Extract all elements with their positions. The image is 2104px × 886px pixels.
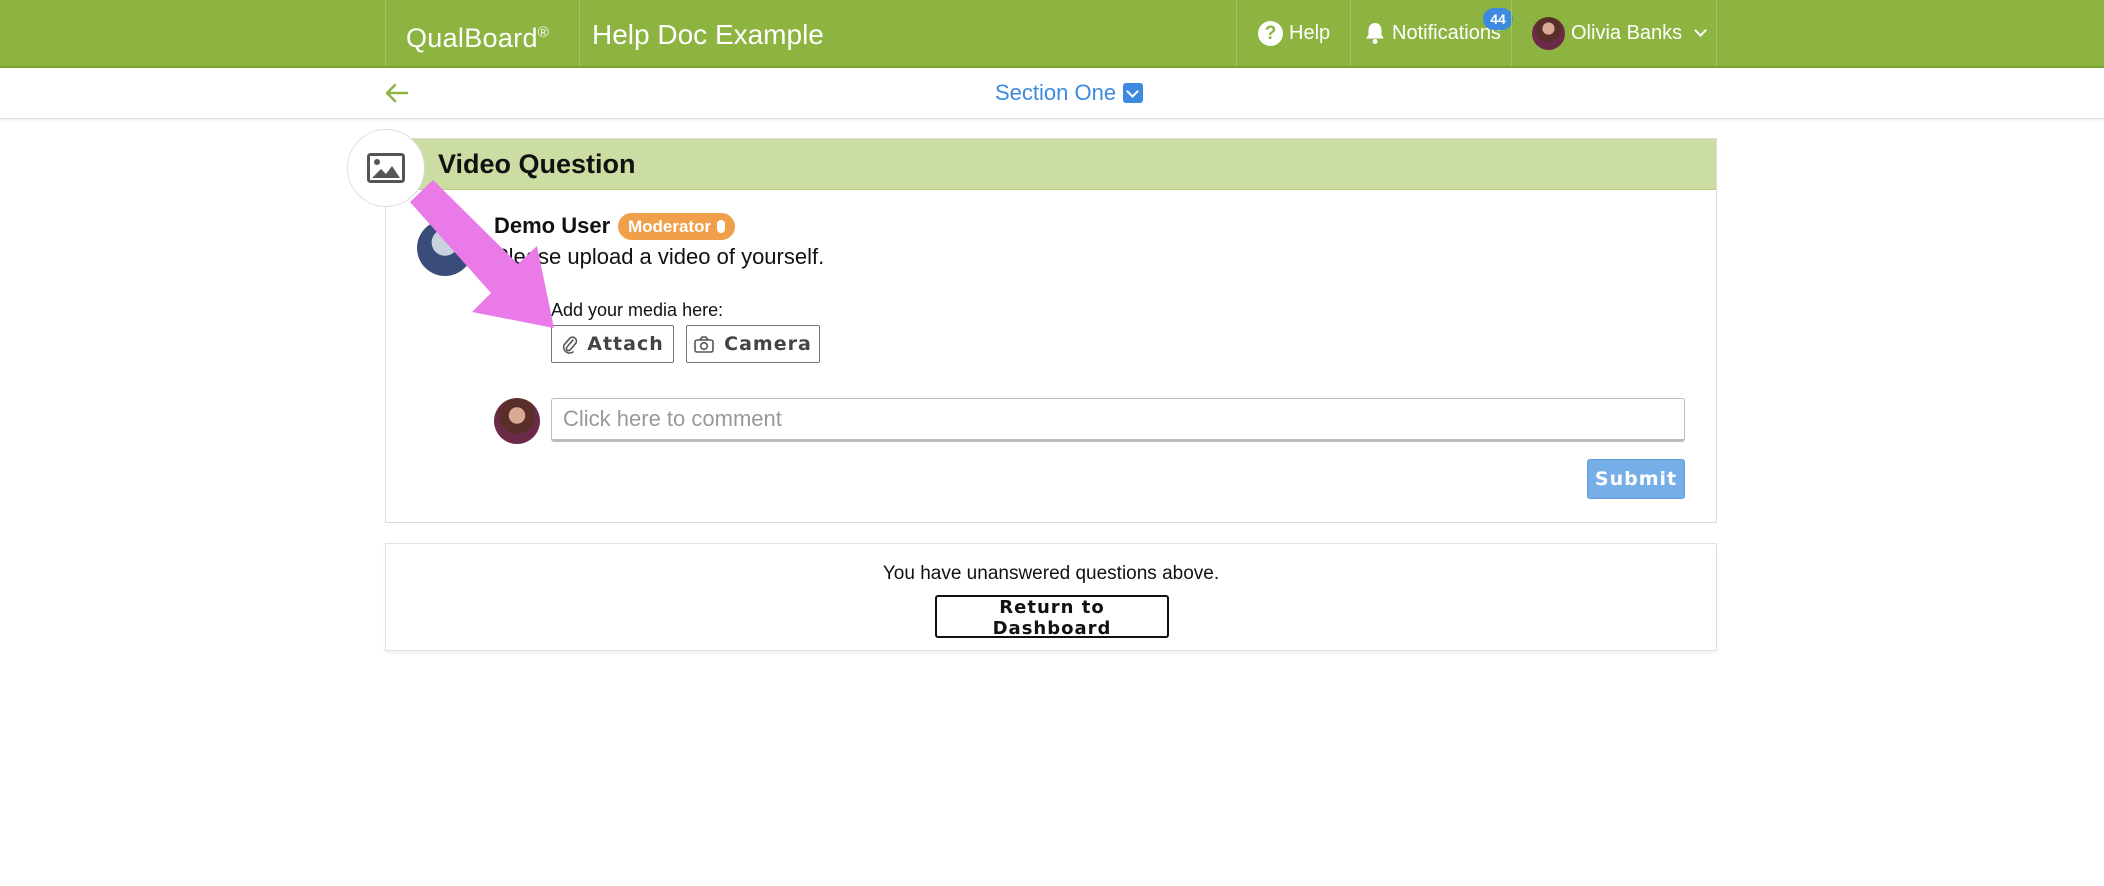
microphone-icon [717, 220, 726, 233]
submit-button[interactable]: Submit [1587, 459, 1685, 499]
question-type-badge [347, 129, 425, 207]
brand-name: QualBoard [406, 23, 538, 53]
poster-name: Demo User [494, 213, 611, 238]
top-navigation-bar: QualBoard® Help Doc Example ? Help Notif… [0, 0, 2104, 68]
notifications-link[interactable]: Notifications 44 [1350, 0, 1513, 66]
bell-icon [1366, 23, 1384, 44]
media-label: Add your media here: [551, 300, 724, 320]
camera-button[interactable]: Camera [686, 325, 820, 363]
chevron-down-icon [1123, 83, 1144, 103]
help-label: Help [1289, 22, 1331, 44]
return-to-dashboard-button[interactable]: Return to Dashboard [935, 595, 1169, 639]
question-title: Video Question [438, 149, 636, 179]
help-link[interactable]: ? Help [1236, 0, 1350, 66]
comment-input[interactable] [551, 398, 1685, 442]
paperclip-icon [563, 336, 578, 354]
moderator-badge: Moderator [618, 213, 736, 240]
attach-label: Attach [587, 333, 664, 355]
brand-registered-mark: ® [537, 24, 550, 41]
arrow-left-icon[interactable] [382, 78, 412, 108]
section-bar: Section One [0, 68, 2104, 119]
notifications-label: Notifications [1392, 22, 1501, 44]
user-name: Olivia Banks [1571, 22, 1683, 44]
unanswered-notice: You have unanswered questions above. Ret… [385, 543, 1717, 651]
poster-avatar [417, 220, 473, 276]
chevron-down-icon [1694, 23, 1708, 37]
unanswered-notice-text: You have unanswered questions above. [882, 563, 1220, 584]
section-title: Section One [995, 80, 1117, 105]
section-selector[interactable]: Section One [995, 78, 1144, 108]
question-prompt: Please upload a video of yourself. [494, 244, 825, 269]
user-menu[interactable]: Olivia Banks [1511, 0, 1717, 66]
camera-icon [694, 335, 714, 353]
notifications-count-badge: 44 [1483, 8, 1513, 30]
camera-label: Camera [724, 333, 812, 355]
question-circle-icon: ? [1258, 20, 1283, 46]
attach-button[interactable]: Attach [551, 325, 674, 363]
user-avatar [1532, 16, 1565, 50]
moderator-label: Moderator [628, 217, 712, 236]
commenter-avatar [494, 398, 540, 444]
brand-logo[interactable]: QualBoard® [385, 0, 580, 66]
image-icon [367, 153, 405, 183]
question-header: Video Question [386, 139, 1716, 190]
project-title: Help Doc Example [592, 19, 824, 50]
